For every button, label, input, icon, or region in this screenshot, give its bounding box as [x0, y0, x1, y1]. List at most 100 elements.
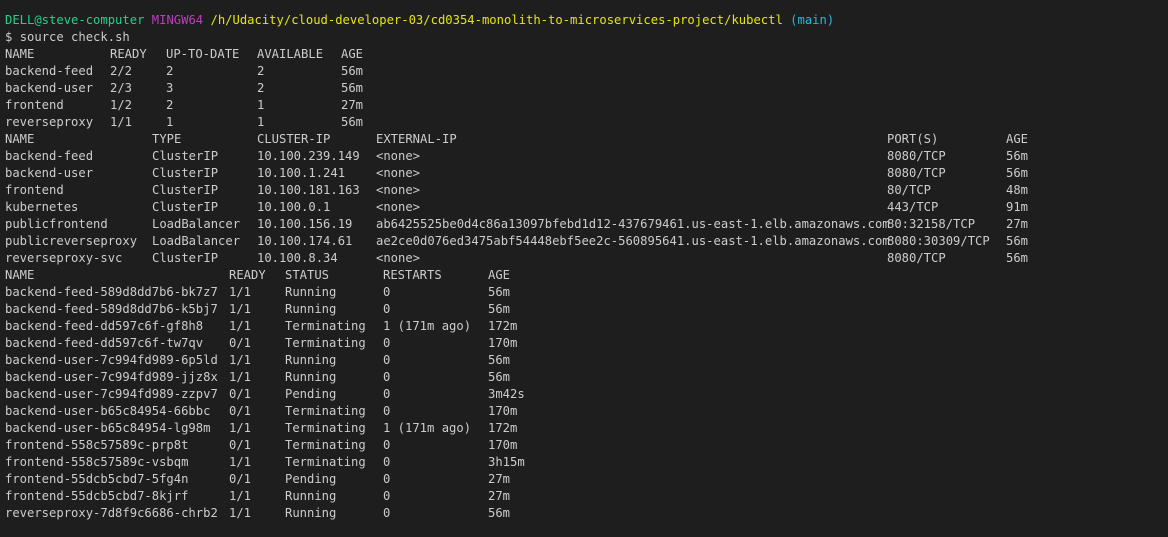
services-cell: 10.100.0.1: [257, 200, 331, 214]
pods-cell: Running: [285, 285, 337, 299]
deployments-cell: 2: [166, 64, 174, 78]
services-cell: LoadBalancer: [152, 217, 241, 231]
pods-cell: 0/1: [229, 472, 252, 486]
pods-cell: Pending: [285, 387, 337, 401]
services-cell: ab6425525be0d4c86a13097bfebd1d12-4376794…: [376, 217, 890, 231]
pods-cell: backend-feed-589d8dd7b6-bk7z7: [5, 285, 218, 299]
pods-cell: reverseproxy-7d8f9c6686-chrb2: [5, 506, 218, 520]
services-cell: 56m: [1006, 166, 1029, 180]
pods-cell: frontend-55dcb5cbd7-5fg4n: [5, 472, 189, 486]
pods-header-cell: AGE: [488, 268, 511, 282]
deployment-row: backend-user 2/3 3 2 56m: [5, 80, 1168, 97]
services-cell: <none>: [376, 200, 421, 214]
pods-cell: 0: [383, 506, 391, 520]
pods-cell: 170m: [488, 438, 518, 452]
pods-cell: 0/1: [229, 438, 252, 452]
service-row: reverseproxy-svc ClusterIP 10.100.8.34 <non…: [5, 250, 1168, 267]
services-cell: <none>: [376, 166, 421, 180]
pods-cell: 27m: [488, 472, 511, 486]
pods-cell: 1/1: [229, 285, 252, 299]
deployment-row: backend-feed 2/2 2 2 56m: [5, 63, 1168, 80]
services-cell: 10.100.156.19: [257, 217, 353, 231]
pods-cell: 172m: [488, 319, 518, 333]
pods-cell: 56m: [488, 370, 511, 384]
deployments-cell: 56m: [341, 81, 364, 95]
pods-cell: 27m: [488, 489, 511, 503]
pods-cell: 0: [383, 387, 391, 401]
services-header-cell: AGE: [1006, 132, 1029, 146]
deployments-cell: 27m: [341, 98, 364, 112]
deployments-cell: backend-user: [5, 81, 94, 95]
pods-cell: backend-user-b65c84954-lg98m: [5, 421, 211, 435]
service-row: kubernetes ClusterIP 10.100.0.1 <none> 443/T…: [5, 199, 1168, 216]
services-cell: ClusterIP: [152, 200, 219, 214]
pods-cell: 0: [383, 370, 391, 384]
pods-cell: backend-user-7c994fd989-jjz8x: [5, 370, 218, 384]
services-cell: 80/TCP: [887, 183, 932, 197]
services-cell: 56m: [1006, 149, 1029, 163]
pods-cell: 0: [383, 404, 391, 418]
deployment-row: reverseproxy 1/1 1 1 56m: [5, 114, 1168, 131]
command-line[interactable]: $ source check.sh: [5, 29, 1168, 46]
pods-cell: frontend-558c57589c-vsbqm: [5, 455, 189, 469]
pods-cell: backend-user-7c994fd989-6p5ld: [5, 353, 218, 367]
deployments-cell: 2/3: [110, 81, 133, 95]
pods-cell: Running: [285, 370, 337, 384]
services-cell: <none>: [376, 149, 421, 163]
pods-cell: Running: [285, 353, 337, 367]
services-cell: ClusterIP: [152, 166, 219, 180]
prompt-path: /h/Udacity/cloud-developer-03/cd0354-mon…: [210, 13, 783, 27]
services-cell: backend-feed: [5, 149, 94, 163]
services-cell: 8080/TCP: [887, 251, 946, 265]
pods-cell: 0/1: [229, 336, 252, 350]
services-header-cell: EXTERNAL-IP: [376, 132, 457, 146]
deployments-cell: 1: [257, 98, 265, 112]
pods-header-cell: READY: [229, 268, 266, 282]
pods-cell: backend-feed-dd597c6f-gf8h8: [5, 319, 204, 333]
services-table: NAME TYPE CLUSTER-IP EXTERNAL-IP PORT(S) AGE b…: [5, 131, 1168, 267]
command-text: source check.sh: [19, 30, 130, 44]
deployment-row: frontend 1/2 2 1 27m: [5, 97, 1168, 114]
services-cell: 8080/TCP: [887, 149, 946, 163]
services-cell: ClusterIP: [152, 149, 219, 163]
services-header-cell: NAME: [5, 132, 35, 146]
prompt-symbol: $: [5, 30, 13, 44]
services-cell: reverseproxy-svc: [5, 251, 123, 265]
pods-table: NAME READY STATUS RESTARTS AGE backend-feed-5…: [5, 267, 1168, 522]
services-cell: <none>: [376, 183, 421, 197]
pods-cell: 1/1: [229, 319, 252, 333]
pod-row: frontend-55dcb5cbd7-5fg4n 0/1 Pending 0 27m: [5, 471, 1168, 488]
pods-cell: 3h15m: [488, 455, 525, 469]
services-cell: 443/TCP: [887, 200, 939, 214]
terminal-window[interactable]: DELL@steve-computer MINGW64 /h/Udacity/c…: [0, 0, 1168, 537]
services-cell: ClusterIP: [152, 183, 219, 197]
deployments-header-cell: AVAILABLE: [257, 47, 324, 61]
deployments-header-cell: AGE: [341, 47, 364, 61]
pod-row: frontend-558c57589c-vsbqm 1/1 Terminating 0…: [5, 454, 1168, 471]
pods-cell: 56m: [488, 302, 511, 316]
pod-row: backend-user-b65c84954-lg98m 1/1 Terminati…: [5, 420, 1168, 437]
services-cell: LoadBalancer: [152, 234, 241, 248]
services-cell: 27m: [1006, 217, 1029, 231]
pod-row: backend-user-7c994fd989-jjz8x 1/1 Running 0…: [5, 369, 1168, 386]
pods-header-cell: RESTARTS: [383, 268, 442, 282]
pods-cell: 1 (171m ago): [383, 421, 472, 435]
pod-row: backend-user-7c994fd989-zzpv7 0/1 Pending 0…: [5, 386, 1168, 403]
service-row: publicfrontend LoadBalancer 10.100.156.19 a…: [5, 216, 1168, 233]
pods-cell: Terminating: [285, 319, 366, 333]
deployments-cell: backend-feed: [5, 64, 94, 78]
pods-cell: 172m: [488, 421, 518, 435]
pods-cell: 170m: [488, 404, 518, 418]
pods-cell: backend-user-7c994fd989-zzpv7: [5, 387, 218, 401]
pods-cell: 1/1: [229, 455, 252, 469]
prompt-line: DELL@steve-computer MINGW64 /h/Udacity/c…: [5, 12, 1168, 29]
pods-cell: 0: [383, 336, 391, 350]
pods-cell: Terminating: [285, 336, 366, 350]
deployments-cell: 1: [166, 115, 174, 129]
deployments-cell: 1/1: [110, 115, 133, 129]
pods-cell: 3m42s: [488, 387, 525, 401]
pods-cell: 0: [383, 353, 391, 367]
prompt-branch: (main): [790, 13, 835, 27]
pods-cell: Terminating: [285, 421, 366, 435]
pods-cell: 0/1: [229, 387, 252, 401]
